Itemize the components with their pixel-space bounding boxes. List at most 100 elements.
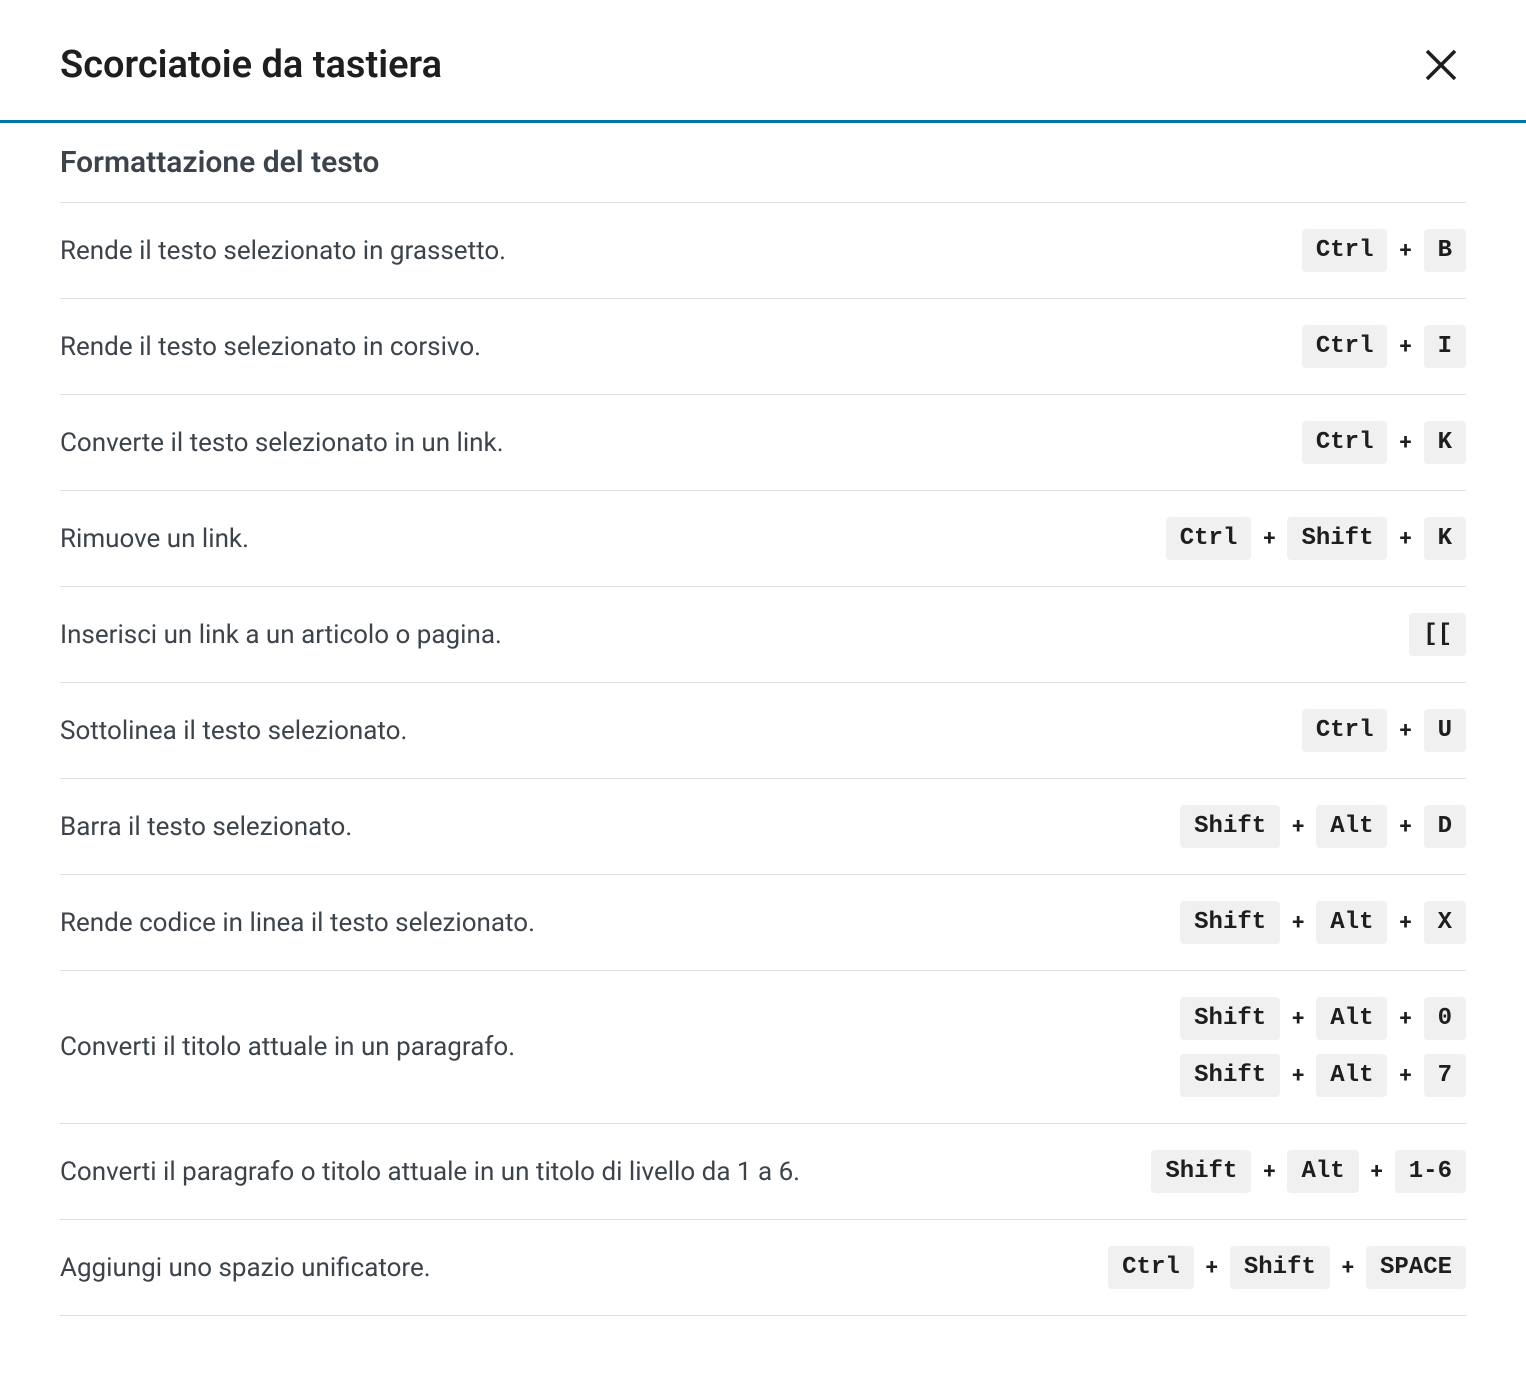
shortcut-keys: Shift + Alt + D xyxy=(1180,805,1466,848)
shortcut-keys-wrapper: Ctrl + U xyxy=(1302,709,1466,752)
key-separator: + xyxy=(1399,910,1411,935)
keyboard-key: K xyxy=(1424,517,1466,560)
keyboard-key: B xyxy=(1424,229,1466,272)
shortcut-row: Rimuove un link.Ctrl + Shift + K xyxy=(60,491,1466,587)
key-separator: + xyxy=(1399,430,1411,455)
key-separator: + xyxy=(1263,526,1275,551)
shortcut-row: Rende il testo selezionato in corsivo.Ct… xyxy=(60,299,1466,395)
key-separator: + xyxy=(1206,1255,1218,1280)
shortcut-keys: Ctrl + Shift + SPACE xyxy=(1108,1246,1466,1289)
shortcut-keys: Ctrl + K xyxy=(1302,421,1466,464)
keyboard-key: Ctrl xyxy=(1302,421,1388,464)
keyboard-key: [[ xyxy=(1409,613,1466,656)
shortcut-keys-wrapper: Ctrl + Shift + SPACE xyxy=(1108,1246,1466,1289)
shortcut-keys: Shift + Alt + X xyxy=(1180,901,1466,944)
keyboard-key: Alt xyxy=(1316,805,1387,848)
keyboard-key: Shift xyxy=(1180,901,1280,944)
shortcut-keys: [[ xyxy=(1409,613,1466,656)
close-button[interactable] xyxy=(1416,40,1466,90)
shortcut-keys: Ctrl + B xyxy=(1302,229,1466,272)
keyboard-key: Alt xyxy=(1316,1054,1387,1097)
section-title: Formattazione del testo xyxy=(60,123,1466,203)
shortcut-keys-wrapper: Ctrl + I xyxy=(1302,325,1466,368)
shortcut-keys: Shift + Alt +0 xyxy=(1180,997,1466,1040)
shortcut-keys-wrapper: Ctrl + K xyxy=(1302,421,1466,464)
shortcut-description: Converte il testo selezionato in un link… xyxy=(60,428,1302,458)
shortcut-description: Barra il testo selezionato. xyxy=(60,812,1180,842)
shortcuts-list: Rende il testo selezionato in grassetto.… xyxy=(60,203,1466,1316)
key-separator: + xyxy=(1399,718,1411,743)
key-separator: + xyxy=(1292,1006,1304,1031)
keyboard-key: Ctrl xyxy=(1302,325,1388,368)
keyboard-key: Shift xyxy=(1180,997,1280,1040)
shortcut-row: Aggiungi uno spazio unificatore.Ctrl + Shi… xyxy=(60,1220,1466,1316)
shortcut-keys: Ctrl + U xyxy=(1302,709,1466,752)
keyboard-key: Shift xyxy=(1180,805,1280,848)
keyboard-key: SPACE xyxy=(1366,1246,1466,1289)
modal-title: Scorciatoie da tastiera xyxy=(60,43,442,87)
shortcut-description: Aggiungi uno spazio unificatore. xyxy=(60,1253,1108,1283)
key-separator: + xyxy=(1342,1255,1354,1280)
shortcut-row: Rende il testo selezionato in grassetto.… xyxy=(60,203,1466,299)
key-separator: + xyxy=(1292,1063,1304,1088)
key-separator: + xyxy=(1399,1063,1411,1088)
keyboard-key: I xyxy=(1424,325,1466,368)
keyboard-key: Alt xyxy=(1287,1150,1358,1193)
shortcut-keys: Ctrl + Shift + K xyxy=(1166,517,1466,560)
shortcut-keys-wrapper: Shift + Alt + X xyxy=(1180,901,1466,944)
shortcut-keys: Shift + Alt +1-6 xyxy=(1151,1150,1466,1193)
shortcut-keys-wrapper: [[ xyxy=(1409,613,1466,656)
modal-content: Formattazione del testo Rende il testo s… xyxy=(0,123,1526,1346)
key-separator: + xyxy=(1399,814,1411,839)
keyboard-key: Alt xyxy=(1316,901,1387,944)
shortcut-row: Converti il paragrafo o titolo attuale i… xyxy=(60,1124,1466,1220)
shortcut-row: Converte il testo selezionato in un link… xyxy=(60,395,1466,491)
keyboard-key: K xyxy=(1424,421,1466,464)
keyboard-key: Ctrl xyxy=(1302,229,1388,272)
keyboard-key: Alt xyxy=(1316,997,1387,1040)
shortcut-description: Converti il paragrafo o titolo attuale i… xyxy=(60,1157,1151,1187)
shortcut-row: Converti il titolo attuale in un paragra… xyxy=(60,971,1466,1124)
keyboard-key: D xyxy=(1424,805,1466,848)
key-separator: + xyxy=(1263,1159,1275,1184)
keyboard-key: Ctrl xyxy=(1302,709,1388,752)
keyboard-key: Shift xyxy=(1230,1246,1330,1289)
shortcut-row: Rende codice in linea il testo seleziona… xyxy=(60,875,1466,971)
shortcut-keys: Ctrl + I xyxy=(1302,325,1466,368)
modal-header: Scorciatoie da tastiera xyxy=(0,0,1526,123)
shortcut-keys-wrapper: Shift + Alt + D xyxy=(1180,805,1466,848)
shortcut-keys-wrapper: Shift + Alt +1-6 xyxy=(1151,1150,1466,1193)
shortcut-description: Converti il titolo attuale in un paragra… xyxy=(60,1032,1180,1062)
shortcut-keys: Shift + Alt +7 xyxy=(1180,1054,1466,1097)
shortcut-description: Rende il testo selezionato in corsivo. xyxy=(60,332,1302,362)
key-separator: + xyxy=(1371,1159,1383,1184)
keyboard-key: 1-6 xyxy=(1395,1150,1466,1193)
keyboard-key: Shift xyxy=(1151,1150,1251,1193)
keyboard-key: Shift xyxy=(1180,1054,1280,1097)
shortcut-description: Rimuove un link. xyxy=(60,524,1166,554)
shortcut-keys-wrapper: Ctrl + Shift + K xyxy=(1166,517,1466,560)
shortcut-keys-wrapper: Ctrl + B xyxy=(1302,229,1466,272)
shortcut-row: Barra il testo selezionato.Shift + Alt + D xyxy=(60,779,1466,875)
keyboard-key: Ctrl xyxy=(1108,1246,1194,1289)
key-separator: + xyxy=(1399,1006,1411,1031)
shortcut-description: Sottolinea il testo selezionato. xyxy=(60,716,1302,746)
close-icon xyxy=(1420,44,1462,86)
shortcut-description: Rende il testo selezionato in grassetto. xyxy=(60,236,1302,266)
keyboard-key: 7 xyxy=(1424,1054,1466,1097)
key-separator: + xyxy=(1292,814,1304,839)
keyboard-key: Ctrl xyxy=(1166,517,1252,560)
shortcut-keys-wrapper: Shift + Alt +0 Shift + Alt +7 xyxy=(1180,997,1466,1097)
keyboard-key: 0 xyxy=(1424,997,1466,1040)
shortcut-description: Inserisci un link a un articolo o pagina… xyxy=(60,620,1409,650)
keyboard-shortcuts-modal: Scorciatoie da tastiera Formattazione de… xyxy=(0,0,1526,1346)
keyboard-key: X xyxy=(1424,901,1466,944)
shortcut-row: Sottolinea il testo selezionato.Ctrl + U xyxy=(60,683,1466,779)
key-separator: + xyxy=(1292,910,1304,935)
keyboard-key: Shift xyxy=(1287,517,1387,560)
key-separator: + xyxy=(1399,526,1411,551)
keyboard-key: U xyxy=(1424,709,1466,752)
key-separator: + xyxy=(1399,334,1411,359)
shortcut-description: Rende codice in linea il testo seleziona… xyxy=(60,908,1180,938)
key-separator: + xyxy=(1399,238,1411,263)
